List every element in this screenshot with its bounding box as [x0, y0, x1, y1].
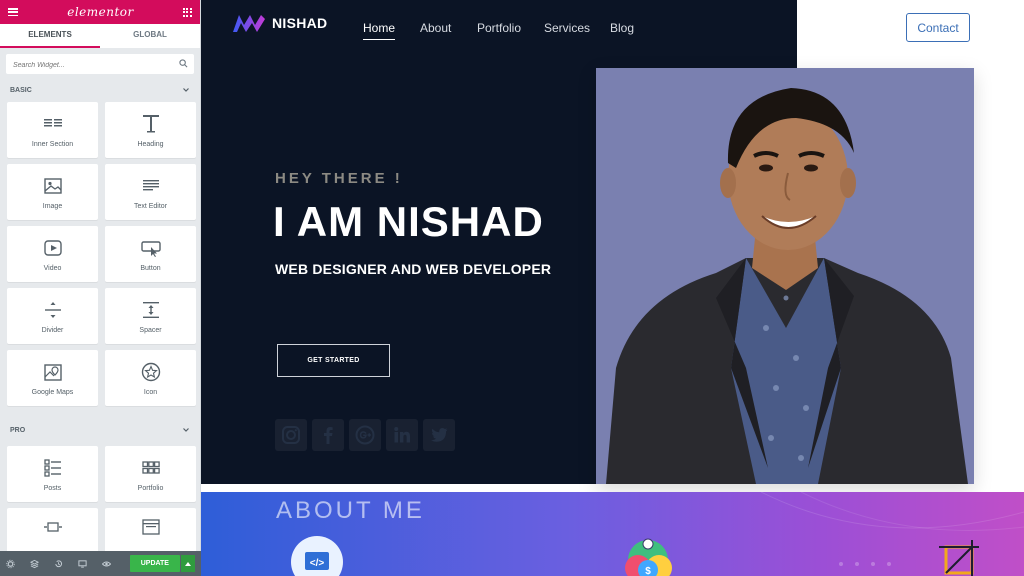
caret-up-icon: [184, 561, 191, 566]
navigator-icon[interactable]: [30, 559, 40, 569]
linkedin-icon: [394, 427, 410, 443]
svg-text:$: $: [645, 566, 651, 576]
get-started-button[interactable]: GET STARTED: [277, 344, 390, 377]
widget-icon[interactable]: Icon: [105, 350, 196, 406]
nav-about[interactable]: About: [420, 21, 451, 35]
widget-label: Heading: [137, 140, 164, 148]
image-icon: [43, 177, 62, 194]
portfolio-icon: [141, 460, 160, 474]
tab-elements[interactable]: ELEMENTS: [0, 24, 100, 48]
facebook-icon: [324, 427, 333, 444]
menu-icon[interactable]: [8, 8, 18, 16]
widget-label: Google Maps: [31, 388, 74, 396]
category-basic-label: BASIC: [10, 86, 32, 94]
widget-text-editor[interactable]: Text Editor: [105, 164, 196, 220]
widget-spacer[interactable]: Spacer: [105, 288, 196, 344]
hero-greeting: HEY THERE !: [275, 170, 403, 187]
widget-label: Divider: [41, 326, 64, 334]
chevron-down-icon: [183, 428, 189, 432]
social-links: [275, 419, 455, 451]
twitter-link[interactable]: [423, 419, 455, 451]
heading-icon: [142, 114, 159, 132]
widget-portfolio[interactable]: Portfolio: [105, 446, 196, 502]
category-pro-label: PRO: [10, 426, 26, 434]
widgets-grid-icon[interactable]: [182, 7, 192, 17]
widget-button[interactable]: Button: [105, 226, 196, 282]
preview-eye-icon[interactable]: [102, 559, 112, 569]
person-portrait-illustration: [606, 88, 968, 484]
panel-tabs: ELEMENTS GLOBAL: [0, 24, 200, 48]
site-brand[interactable]: NISHAD: [230, 11, 327, 35]
svg-text:</>: </>: [310, 558, 325, 569]
button-icon: [140, 240, 161, 257]
elementor-logo: elementor: [67, 5, 134, 19]
google-plus-link[interactable]: [349, 419, 381, 451]
panel-header: elementor: [0, 0, 200, 24]
instagram-icon: [282, 426, 300, 444]
hero-subheadline: WEB DESIGNER AND WEB DEVELOPER: [275, 261, 552, 277]
slides-icon: [43, 522, 62, 532]
spacer-icon: [142, 301, 159, 318]
inner-section-icon: [43, 118, 62, 126]
widget-posts[interactable]: Posts: [7, 446, 98, 502]
search-icon: [179, 59, 188, 68]
about-section: </> $ ABOUT ME: [201, 492, 1024, 576]
widget-inner-section[interactable]: Inner Section: [7, 102, 98, 158]
basic-widgets: Inner Section Heading Image Text Editor …: [0, 102, 200, 406]
video-icon: [43, 239, 62, 256]
brand-logo-icon: [233, 15, 265, 32]
nav-home[interactable]: Home: [363, 21, 396, 40]
widget-label: Spacer: [139, 326, 162, 334]
widget-divider[interactable]: Divider: [7, 288, 98, 344]
chevron-down-icon: [183, 88, 189, 92]
widget-google-maps[interactable]: Google Maps: [7, 350, 98, 406]
widget-label: Video: [43, 264, 62, 272]
widget-image[interactable]: Image: [7, 164, 98, 220]
panel-footer: UPDATE: [0, 551, 201, 576]
pro-widgets: Posts Portfolio: [0, 446, 200, 564]
about-title: ABOUT ME: [276, 497, 425, 524]
responsive-mode-icon[interactable]: [78, 559, 87, 569]
widget-heading[interactable]: Heading: [105, 102, 196, 158]
google-plus-icon: [355, 425, 375, 445]
widget-label: Image: [42, 202, 63, 210]
posts-icon: [43, 458, 61, 477]
form-icon: [141, 519, 160, 535]
hero-headline: I AM NISHAD: [273, 198, 544, 245]
update-button[interactable]: UPDATE: [130, 555, 180, 572]
search-wrap: [0, 48, 200, 80]
tab-global[interactable]: GLOBAL: [100, 24, 200, 48]
site-navbar: NISHAD Home About Portfolio Services Blo…: [201, 0, 1024, 56]
brand-name: NISHAD: [272, 15, 328, 31]
facebook-link[interactable]: [312, 419, 344, 451]
search-box: [6, 54, 194, 76]
twitter-icon: [431, 428, 448, 442]
nav-portfolio[interactable]: Portfolio: [477, 21, 521, 35]
update-options-button[interactable]: [180, 555, 196, 572]
widget-label: Text Editor: [133, 202, 168, 210]
nav-blog[interactable]: Blog: [610, 21, 634, 35]
text-editor-icon: [142, 179, 159, 190]
widget-label: Portfolio: [137, 484, 164, 492]
widget-label: Icon: [143, 388, 158, 396]
history-icon[interactable]: [54, 559, 63, 569]
settings-icon[interactable]: [6, 559, 15, 569]
star-icon: [141, 362, 160, 381]
divider-icon: [44, 301, 61, 318]
hero-portrait-image: [596, 68, 974, 484]
search-widget-input[interactable]: [6, 55, 194, 76]
widget-label: Button: [140, 264, 161, 272]
widget-video[interactable]: Video: [7, 226, 98, 282]
widget-label: Posts: [43, 484, 62, 492]
nav-services[interactable]: Services: [544, 21, 590, 35]
category-basic[interactable]: BASIC: [0, 80, 200, 100]
widget-label: Inner Section: [31, 140, 74, 148]
google-maps-icon: [43, 363, 62, 381]
linkedin-link[interactable]: [386, 419, 418, 451]
site-preview: NISHAD Home About Portfolio Services Blo…: [201, 0, 1024, 576]
instagram-link[interactable]: [275, 419, 307, 451]
contact-button[interactable]: Contact: [906, 13, 970, 42]
elementor-panel: elementor ELEMENTS GLOBAL BASIC Inner Se…: [0, 0, 201, 576]
category-pro[interactable]: PRO: [0, 420, 200, 440]
